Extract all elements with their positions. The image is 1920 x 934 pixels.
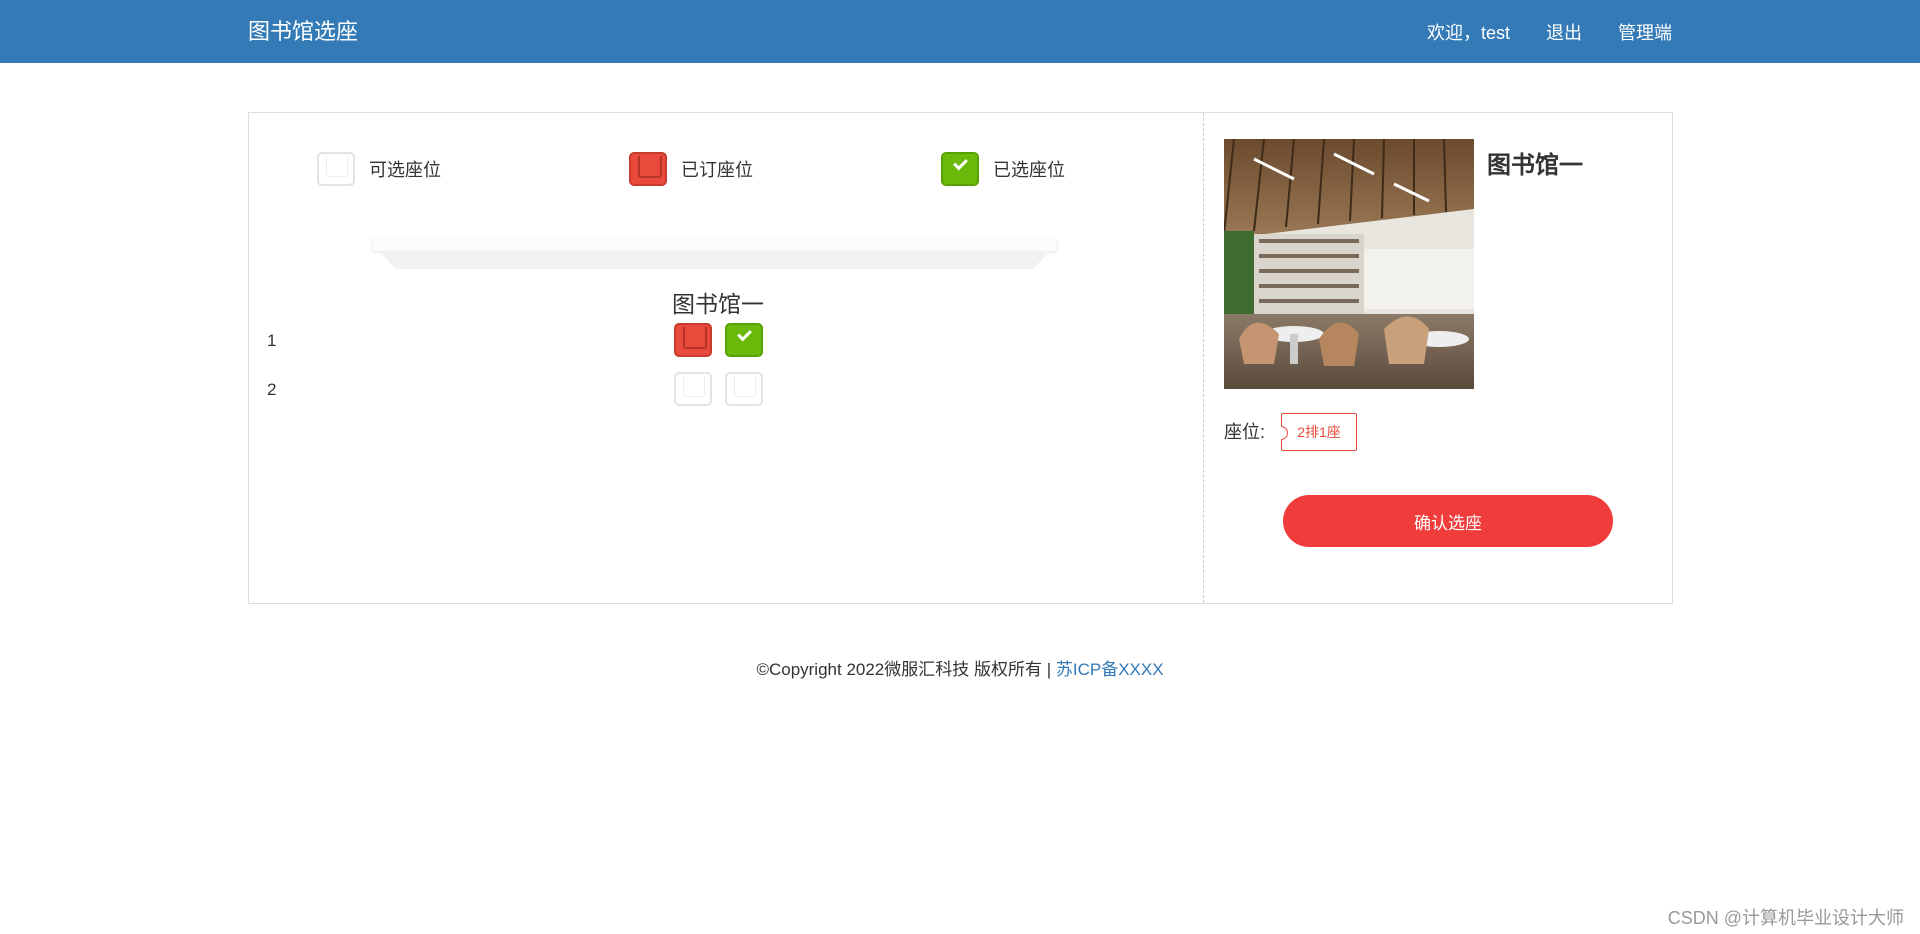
screen-top xyxy=(373,239,1056,251)
nav-right: 欢迎，test 退出 管理端 xyxy=(1427,0,1672,63)
available-seat-icon xyxy=(317,152,355,186)
info-title: 图书馆一 xyxy=(1487,152,1583,179)
row-label-1: 1 xyxy=(267,331,277,350)
seat-selection-panel: 可选座位 已订座位 已选座位 图书馆一 1 2 图书馆一 座位: 2排1座 确认… xyxy=(248,112,1673,604)
seat-row-1 xyxy=(674,323,763,357)
admin-link[interactable]: 管理端 xyxy=(1618,19,1672,45)
legend-booked-label: 已订座位 xyxy=(681,160,753,180)
screen-bottom xyxy=(379,251,1050,269)
watermark: CSDN @计算机毕业设计大师 xyxy=(1667,908,1904,928)
seat-2-2-available-icon[interactable] xyxy=(725,372,763,406)
legend-selected-label: 已选座位 xyxy=(993,160,1065,180)
brand-link[interactable]: 图书馆选座 xyxy=(248,0,358,63)
legend-available-label: 可选座位 xyxy=(369,160,441,180)
seat-label: 座位: xyxy=(1224,422,1266,442)
hall-name: 图书馆一 xyxy=(672,291,764,317)
legend-selected: 已选座位 xyxy=(941,149,1065,189)
check-icon xyxy=(737,326,752,342)
logout-link[interactable]: 退出 xyxy=(1546,19,1582,45)
confirm-seat-button[interactable]: 确认选座 xyxy=(1283,495,1613,547)
icp-link[interactable]: 苏ICP备XXXX xyxy=(1056,660,1164,679)
row-label-2: 2 xyxy=(267,380,277,399)
selection-info-area: 图书馆一 座位: 2排1座 确认选座 xyxy=(1205,113,1672,603)
legend-available: 可选座位 xyxy=(317,149,441,189)
seat-2-1-available-icon[interactable] xyxy=(674,372,712,406)
check-icon xyxy=(953,155,968,171)
booked-seat-icon xyxy=(629,152,667,186)
selected-seat-tag[interactable]: 2排1座 xyxy=(1281,413,1357,451)
library-thumbnail xyxy=(1224,139,1474,389)
seat-legend: 可选座位 已订座位 已选座位 xyxy=(249,149,1204,189)
library-interior-image xyxy=(1224,139,1474,389)
seat-row-2 xyxy=(674,372,763,406)
screen-indicator xyxy=(373,239,1056,281)
seat-map-area: 可选座位 已订座位 已选座位 图书馆一 1 2 xyxy=(249,113,1204,603)
seat-1-2-selected-icon[interactable] xyxy=(725,323,763,357)
copyright-text: ©Copyright 2022微服汇科技 版权所有 | xyxy=(756,660,1056,679)
legend-booked: 已订座位 xyxy=(629,149,753,189)
seat-1-1-booked-icon xyxy=(674,323,712,357)
welcome-user-link[interactable]: 欢迎，test xyxy=(1427,19,1510,45)
top-navbar: 图书馆选座 欢迎，test 退出 管理端 xyxy=(0,0,1920,63)
footer: ©Copyright 2022微服汇科技 版权所有 | 苏ICP备XXXX xyxy=(0,655,1920,680)
selected-seat-icon xyxy=(941,152,979,186)
